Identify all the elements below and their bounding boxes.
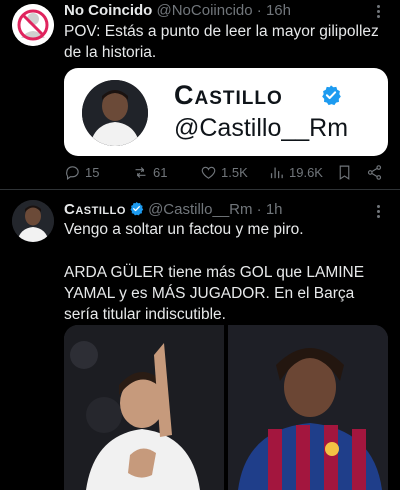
- timestamp[interactable]: 16h: [266, 2, 291, 19]
- tweet-text-paragraph2: ARDA GÜLER tiene más GOL que LAMINE YAMA…: [64, 264, 365, 323]
- retweet-icon: [135, 167, 146, 178]
- player-white-kit-photo: [64, 325, 224, 490]
- tweet-actions: 15 61 1.5K 19.6K: [64, 164, 390, 182]
- player-portrait-image: [12, 200, 54, 242]
- tweet-header: Castillo @Castillo__Rm · 1h: [64, 201, 283, 219]
- retweet-count: 61: [153, 165, 168, 180]
- quoted-name: Castillo: [174, 80, 283, 110]
- view-count: 19.6K: [289, 165, 323, 180]
- tweet-header: No Coincido @NoCoiincido · 16h: [64, 2, 291, 20]
- quoted-profile-card[interactable]: Castillo @Castillo__Rm: [64, 68, 388, 156]
- share-button[interactable]: [366, 164, 387, 181]
- views-button[interactable]: 19.6K: [268, 164, 323, 181]
- tweet-media[interactable]: [64, 325, 388, 490]
- heart-icon: [201, 166, 216, 179]
- bookmark-button[interactable]: [336, 164, 357, 181]
- avatar[interactable]: [12, 200, 54, 242]
- author-handle[interactable]: @Castillo__Rm: [148, 201, 252, 218]
- verified-badge-icon: [322, 85, 341, 106]
- reply-count: 15: [85, 165, 100, 180]
- avatar[interactable]: [12, 4, 54, 46]
- separator: ·: [256, 201, 262, 218]
- bookmark-icon: [339, 165, 350, 180]
- like-button[interactable]: 1.5K: [200, 164, 248, 181]
- more-dots-icon[interactable]: [370, 204, 386, 220]
- more-dots-icon[interactable]: [370, 4, 386, 20]
- tweet-text: POV: Estás a punto de leer la mayor gili…: [64, 23, 379, 61]
- reply-button[interactable]: 15: [64, 164, 99, 181]
- media-image-left[interactable]: [64, 325, 224, 490]
- tweet-text-line1: Vengo a soltar un factou y me piro.: [64, 221, 304, 238]
- tweet-no-coincido[interactable]: No Coincido @NoCoiincido · 16h POV: Está…: [0, 0, 400, 190]
- separator: ·: [256, 2, 262, 19]
- reply-icon: [66, 166, 79, 181]
- media-image-right[interactable]: [228, 325, 388, 490]
- player-barca-kit-photo: [228, 325, 388, 490]
- quoted-handle: @Castillo__Rm: [174, 114, 349, 142]
- quoted-avatar: [82, 80, 148, 146]
- author-name[interactable]: No Coincido: [64, 2, 152, 19]
- player-portrait-image: [82, 80, 148, 146]
- retweet-button[interactable]: 61: [132, 164, 167, 181]
- share-icon: [367, 165, 382, 180]
- timestamp[interactable]: 1h: [266, 201, 283, 218]
- views-icon: [270, 167, 283, 179]
- author-handle[interactable]: @NoCoiincido: [157, 2, 253, 19]
- like-count: 1.5K: [221, 165, 248, 180]
- verified-badge-icon: [130, 201, 144, 216]
- no-coincido-logo-icon: [12, 4, 54, 46]
- author-name[interactable]: Castillo: [64, 201, 126, 218]
